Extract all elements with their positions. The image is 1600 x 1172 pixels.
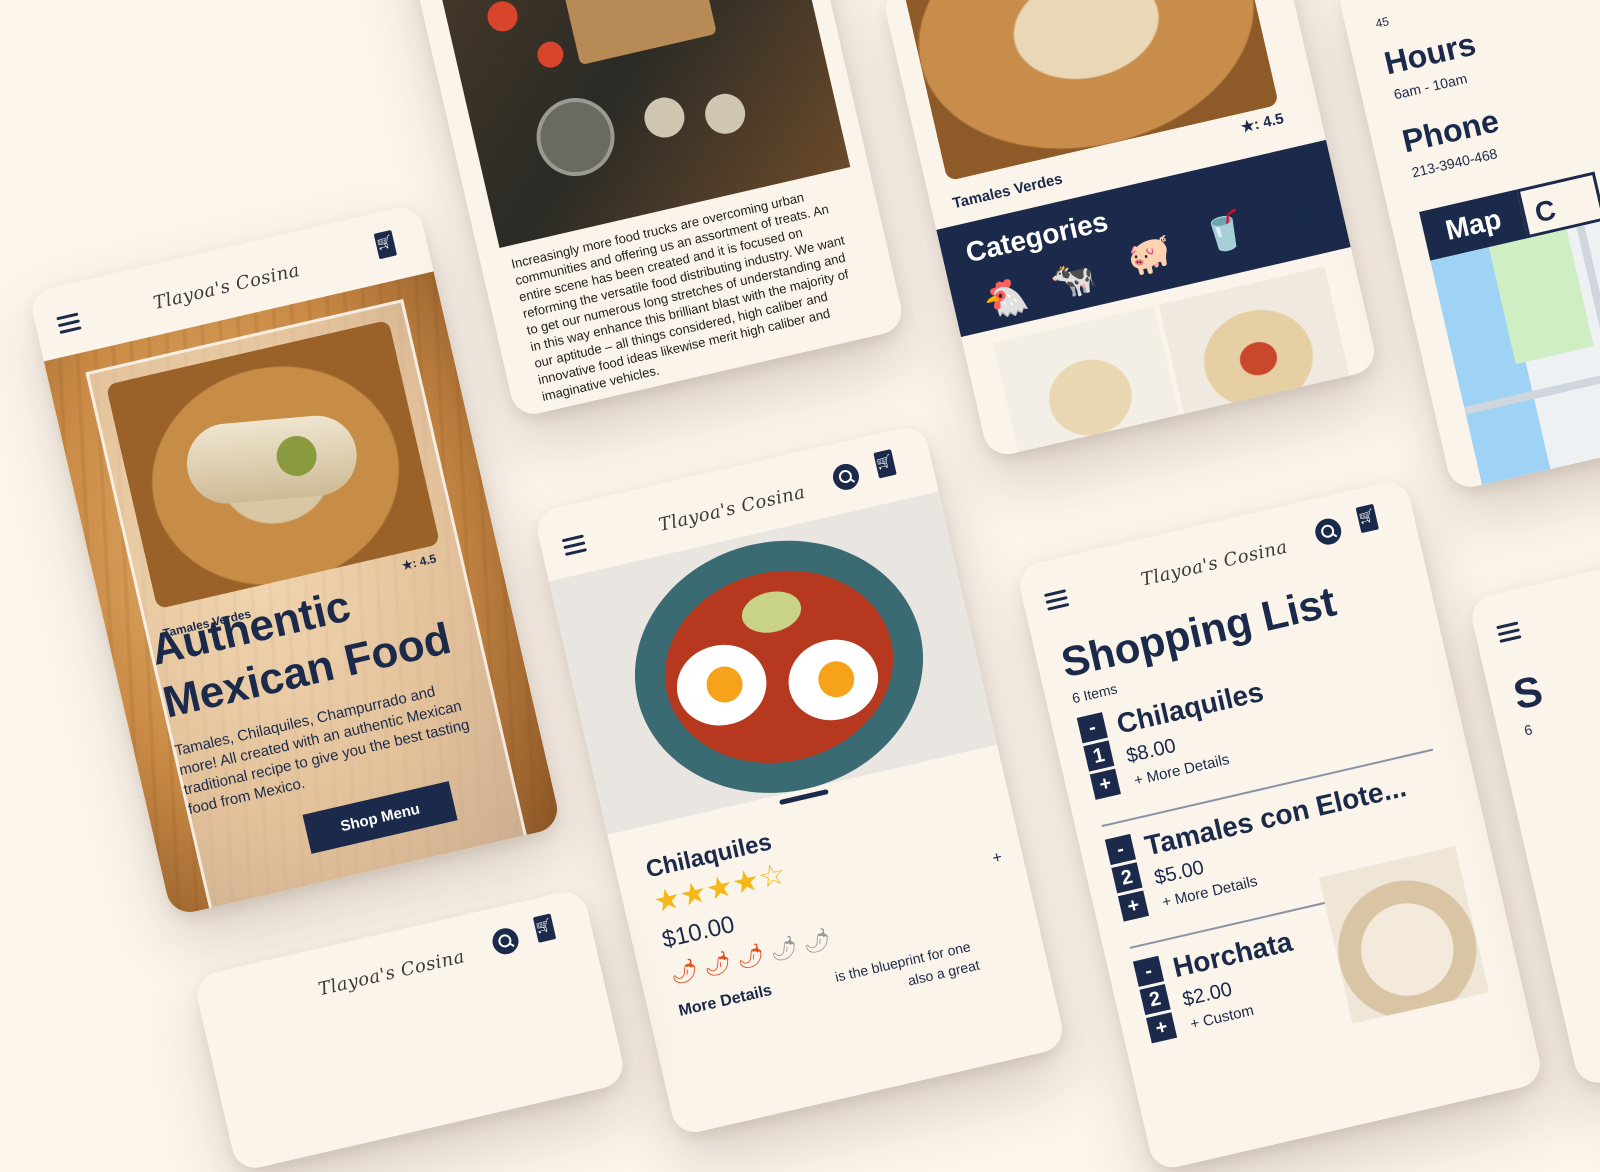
partial-screen-bottom: Tlayoa's Cosina <box>192 887 628 1172</box>
chili-icon: 🌶 <box>667 957 701 988</box>
cart-icon[interactable] <box>873 449 897 479</box>
increase-button[interactable]: + <box>1089 768 1121 800</box>
cart-icon[interactable] <box>532 913 557 943</box>
decrease-button[interactable]: - <box>1104 833 1137 866</box>
cart-icon[interactable] <box>1355 503 1379 534</box>
chili-icon: 🌶 <box>734 941 768 973</box>
brand-logo[interactable]: Tlayoa's Cosina <box>151 260 301 314</box>
decrease-button[interactable]: - <box>1076 712 1108 744</box>
category-pig-icon[interactable]: 🐖 <box>1123 230 1177 281</box>
dish-rating: ★: 4.5 <box>1239 110 1286 137</box>
top-fragment: 45 <box>1374 14 1391 31</box>
more-details-link[interactable]: More Details <box>677 982 774 1021</box>
quantity-value[interactable]: 2 <box>1111 862 1143 894</box>
chili-outline-icon: 🌶 <box>800 926 834 958</box>
increase-button[interactable]: + <box>1146 1012 1178 1044</box>
category-coffee-icon[interactable]: ☕ <box>1277 185 1318 232</box>
menu-icon[interactable] <box>1496 621 1522 643</box>
quantity-value[interactable]: 1 <box>1083 740 1115 772</box>
hero-screen: Tlayoa's Cosina ★: 4.5 Tamales Verdes Au… <box>28 203 562 917</box>
categories-screen: ★: 4.5 Tamales Verdes Categories 🐔 🐄 🐖 🥤… <box>881 0 1379 459</box>
brand-logo[interactable]: Tlayoa's Cosina <box>316 946 466 1000</box>
chili-icon: 🌶 <box>701 949 734 981</box>
brand-logo[interactable]: Tlayoa's Cosina <box>1139 537 1289 591</box>
add-button[interactable]: + <box>991 849 1004 869</box>
decrease-button[interactable]: - <box>1132 955 1165 987</box>
item-count: 6 <box>1522 721 1534 739</box>
search-icon[interactable] <box>830 461 862 493</box>
horchata-image <box>1318 846 1489 1024</box>
menu-icon[interactable] <box>561 534 587 556</box>
search-icon[interactable] <box>489 925 522 957</box>
category-food-image-2[interactable] <box>1158 266 1359 451</box>
chili-outline-icon: 🌶 <box>767 934 801 965</box>
search-icon[interactable] <box>1312 516 1344 548</box>
item-name: Chilaquiles <box>1113 675 1267 740</box>
menu-icon[interactable] <box>56 312 82 334</box>
article-screen: Increasingly more food trucks are overco… <box>403 0 907 419</box>
increase-button[interactable]: + <box>1117 890 1150 922</box>
cart-icon[interactable] <box>373 229 398 260</box>
shopping-list-screen: Tlayoa's Cosina Shopping List 6 Items - … <box>1015 477 1545 1172</box>
category-food-image-1[interactable] <box>993 305 1188 459</box>
dish-image <box>902 0 1279 182</box>
product-plate <box>609 512 949 822</box>
menu-icon[interactable] <box>1044 589 1070 611</box>
category-cow-icon[interactable]: 🐄 <box>1047 254 1100 305</box>
page-title: S <box>1508 666 1547 719</box>
info-screen: 45 Hours 6am - 10am Phone 213-3940-468 M… <box>1335 0 1600 492</box>
category-chicken-icon[interactable]: 🐔 <box>979 273 1033 324</box>
category-drinks-icon[interactable]: 🥤 <box>1198 207 1251 258</box>
featured-dish-image <box>105 319 441 610</box>
